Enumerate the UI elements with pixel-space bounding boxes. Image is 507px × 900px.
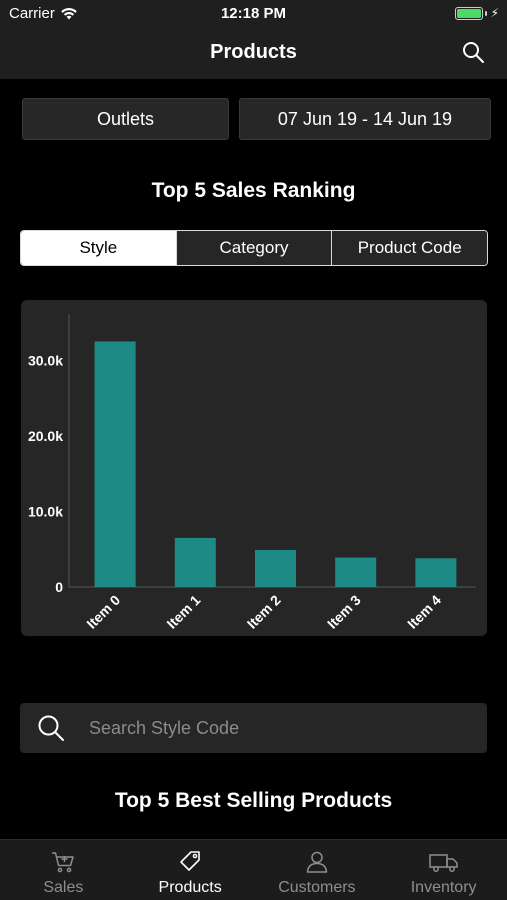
tab-products[interactable]: Products (127, 840, 254, 900)
tab-customers[interactable]: Customers (254, 840, 381, 900)
tab-label: Products (158, 879, 222, 896)
y-tick-label: 0 (55, 579, 63, 595)
outlets-button[interactable]: Outlets (22, 98, 229, 140)
search-input[interactable] (89, 717, 449, 739)
tab-inventory[interactable]: Inventory (380, 840, 507, 900)
chart-bar (415, 558, 457, 587)
sales-ranking-chart: 0 10.0k 20.0k 30.0k Item 0 Item 1 Item 2 Item 3… (21, 300, 487, 636)
segment-product-code[interactable]: Product Code (332, 231, 487, 265)
cart-icon (52, 852, 75, 873)
tab-bar: Sales Products Customers Inventory (0, 839, 507, 900)
chart-bar (94, 341, 136, 587)
search-icon[interactable] (461, 40, 485, 64)
person-icon (306, 851, 328, 873)
segment-category[interactable]: Category (176, 231, 333, 265)
ranking-segmented-control: Style Category Product Code (20, 230, 488, 266)
truck-icon (428, 854, 458, 872)
x-tick-label: Item 2 (244, 592, 284, 632)
x-tick-label: Item 4 (404, 592, 444, 632)
y-tick-label: 30.0k (28, 352, 63, 368)
page-title: Products (210, 41, 297, 63)
style-code-search[interactable] (20, 703, 487, 753)
search-icon (38, 715, 64, 741)
chart-bar (174, 537, 216, 587)
clock: 12:18 PM (220, 5, 287, 22)
chart-bar (335, 557, 377, 587)
date-range-button[interactable]: 07 Jun 19 - 14 Jun 19 (239, 98, 491, 140)
y-tick-label: 10.0k (28, 503, 63, 519)
tab-label: Inventory (410, 879, 477, 896)
charging-icon: ⚡ (490, 6, 499, 20)
x-tick-label: Item 3 (324, 592, 364, 632)
status-bar: Carrier 12:18 PM ⚡ (0, 0, 507, 26)
bar-chart: 0 10.0k 20.0k 30.0k Item 0 Item 1 Item 2 Item 3… (28, 314, 476, 632)
segment-style[interactable]: Style (21, 231, 177, 265)
ranking-title: Top 5 Sales Ranking (151, 179, 356, 202)
battery-icon: ⚡ (454, 6, 499, 20)
tab-sales[interactable]: Sales (0, 840, 127, 900)
navigation-bar: Products (0, 26, 507, 79)
tag-icon (180, 851, 200, 871)
y-tick-label: 20.0k (28, 428, 63, 444)
x-tick-label: Item 1 (163, 592, 203, 632)
x-tick-label: Item 0 (83, 592, 123, 632)
chart-bar (255, 549, 296, 587)
best-selling-title: Top 5 Best Selling Products (114, 789, 393, 812)
tab-label: Customers (278, 879, 356, 896)
tab-label: Sales (43, 879, 84, 896)
